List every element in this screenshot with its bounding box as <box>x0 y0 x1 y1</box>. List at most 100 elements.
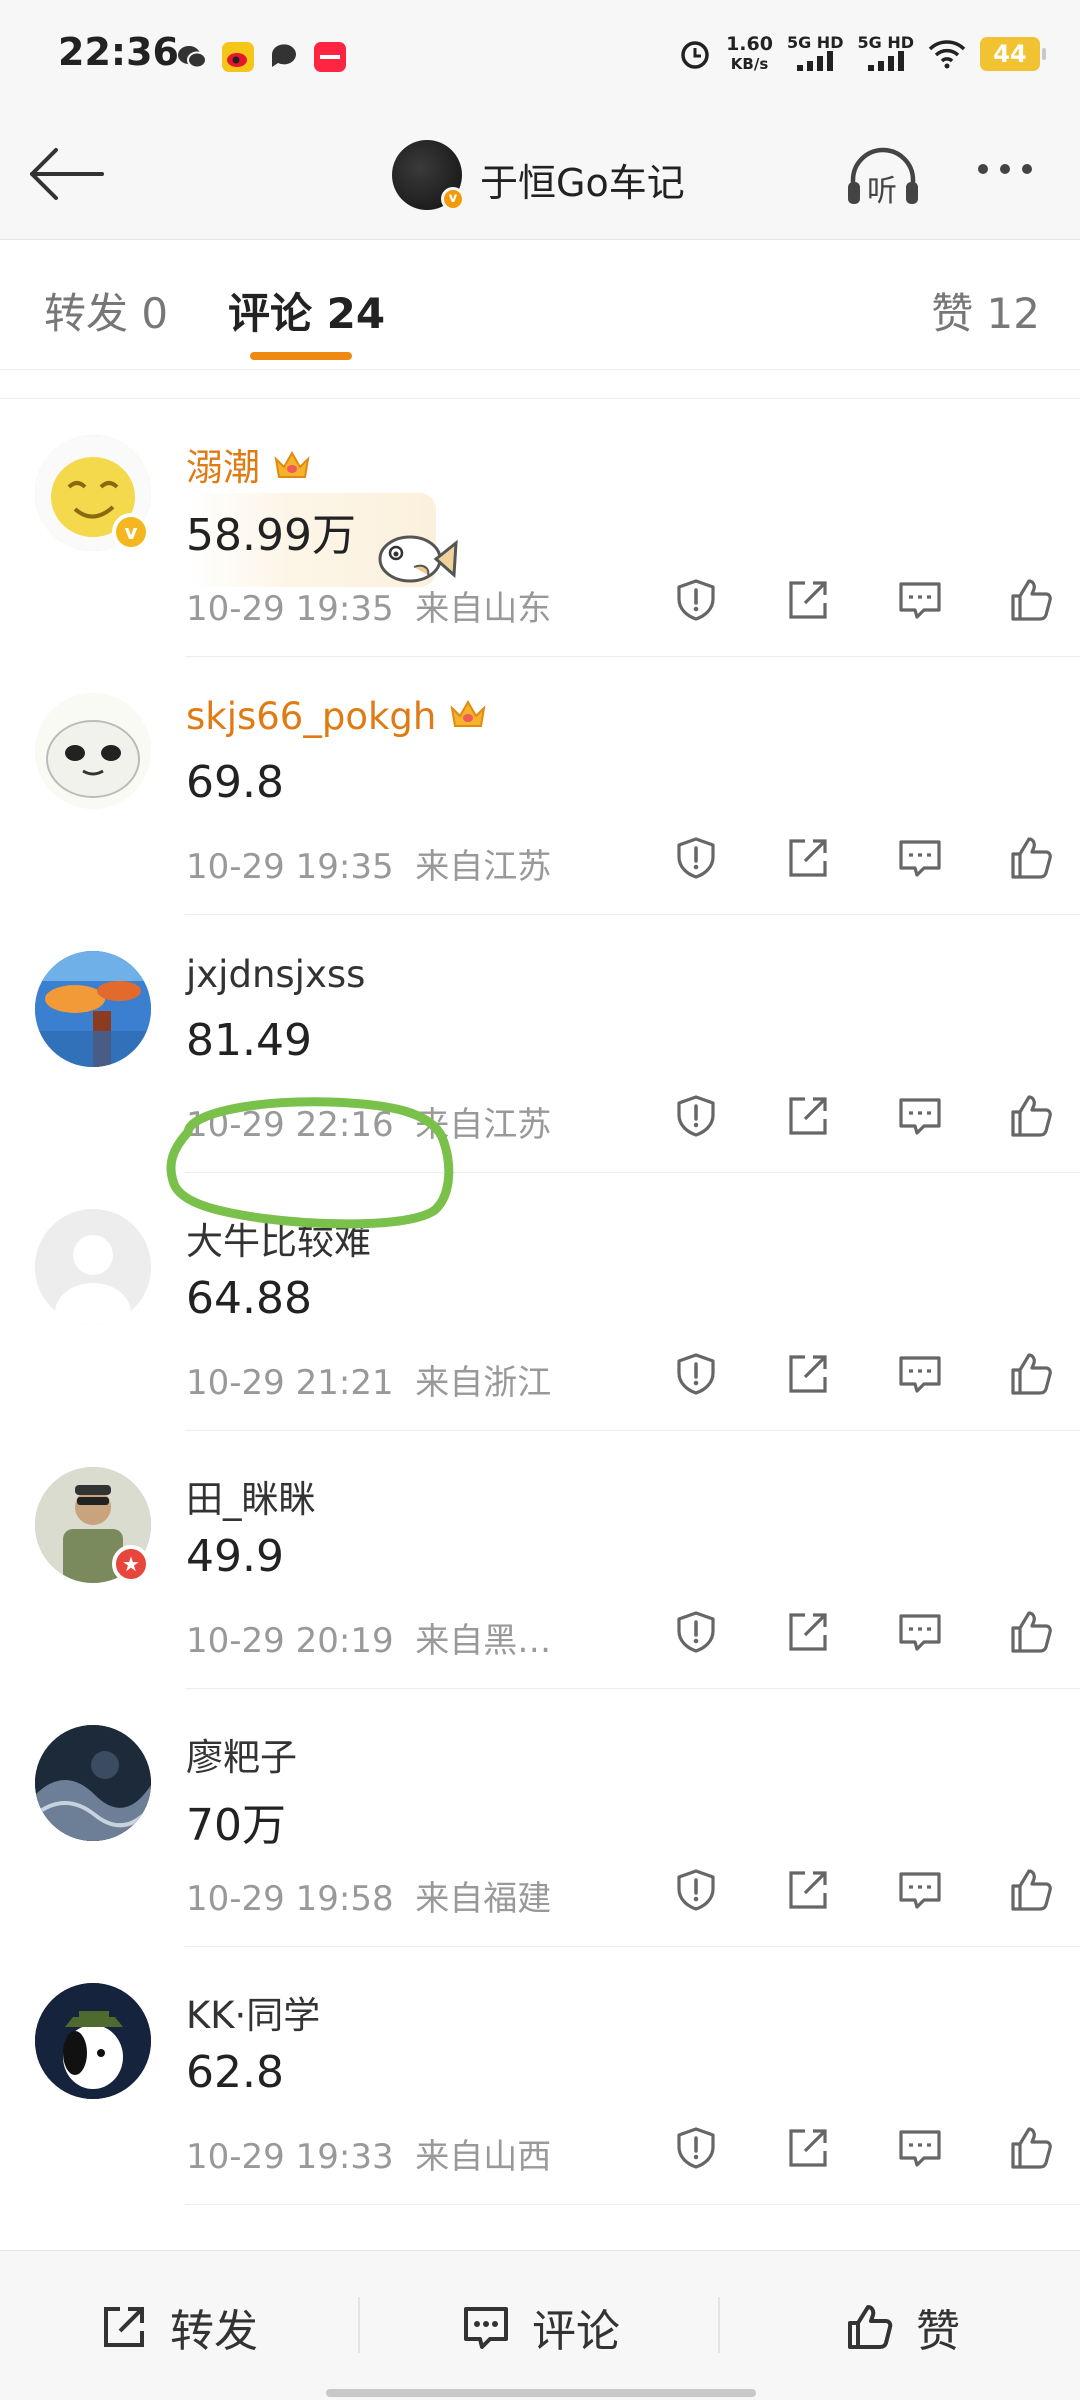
thumbs-up-icon <box>1011 1353 1052 1395</box>
reply-button[interactable] <box>864 1855 976 1925</box>
comment-list: v 溺潮 58.99万 10-29 19:35 来自山东 skjs66_pokgh 69.… <box>0 398 1080 2205</box>
like-button[interactable] <box>976 823 1080 893</box>
listen-button[interactable]: 听 <box>843 142 923 212</box>
comment-icon <box>464 2307 508 2349</box>
back-arrow-icon <box>30 148 104 200</box>
like-button[interactable] <box>976 1597 1080 1667</box>
divider <box>718 2297 720 2353</box>
comment-item[interactable]: 廖粑子 70万 10-29 19:58 来自福建 <box>0 1689 1080 1947</box>
reply-button[interactable] <box>864 1081 976 1151</box>
comment-time: 10-29 19:35 <box>186 847 394 887</box>
reply-button[interactable] <box>864 823 976 893</box>
report-button[interactable] <box>640 565 752 635</box>
comment-time: 10-29 20:19 <box>186 1621 394 1661</box>
chat-icon <box>268 42 300 72</box>
share-button[interactable] <box>752 1081 864 1151</box>
thumbs-up-icon <box>1011 1095 1052 1137</box>
like-button[interactable] <box>976 1855 1080 1925</box>
battery-indicator: 44 <box>980 37 1046 71</box>
user-avatar[interactable] <box>35 1725 151 1841</box>
notification-icons <box>176 42 346 72</box>
signal-sim1: 5G HD <box>787 34 843 74</box>
report-shield-icon <box>677 579 715 621</box>
crown-icon <box>450 699 486 727</box>
status-time: 22:36 <box>58 30 179 74</box>
user-avatar[interactable] <box>35 951 151 1067</box>
share-icon <box>789 1355 827 1393</box>
reply-button[interactable] <box>864 2113 976 2183</box>
username[interactable]: KK·同学 <box>186 1985 320 2039</box>
dot-icon <box>978 164 988 174</box>
divider <box>185 2204 1080 2205</box>
reply-button[interactable] <box>864 1339 976 1409</box>
signal-sim2: 5G HD <box>857 34 914 74</box>
share-button[interactable] <box>752 1597 864 1667</box>
comment-actions <box>640 1081 1080 1151</box>
verified-badge-icon: v <box>112 513 150 551</box>
username[interactable]: jxjdnsjxss <box>186 953 365 996</box>
thumbs-up-icon <box>848 2305 893 2349</box>
share-button[interactable] <box>752 823 864 893</box>
repost-button[interactable]: 转发 <box>98 2295 258 2359</box>
back-button[interactable] <box>26 142 106 206</box>
wifi-icon <box>928 40 966 69</box>
reply-button[interactable] <box>864 1597 976 1667</box>
username[interactable]: 田_眯眯 <box>186 1469 316 1523</box>
active-tab-indicator <box>250 352 352 360</box>
share-button[interactable] <box>752 565 864 635</box>
nav-header: v 于恒Go车记 听 <box>0 112 1080 240</box>
user-avatar[interactable] <box>35 693 151 809</box>
report-button[interactable] <box>640 2113 752 2183</box>
comment-location: 来自福建 <box>415 1879 552 1919</box>
share-button[interactable] <box>752 1339 864 1409</box>
like-button[interactable] <box>976 1339 1080 1409</box>
like-button[interactable] <box>976 1081 1080 1151</box>
comment-text: 58.99万 <box>186 510 356 561</box>
tab-bar: 转发 0 评论 24 赞 12 <box>0 240 1080 370</box>
wechat-icon <box>176 42 208 72</box>
share-button[interactable] <box>752 2113 864 2183</box>
like-button[interactable] <box>976 2113 1080 2183</box>
comment-location: 来自江苏 <box>415 847 552 887</box>
comment-meta: 10-29 21:21 来自浙江 <box>186 1355 551 1404</box>
reply-button[interactable] <box>864 565 976 635</box>
share-icon <box>789 1613 827 1651</box>
tab-repost[interactable]: 转发 0 <box>44 280 168 341</box>
comment-item[interactable]: v 溺潮 58.99万 10-29 19:35 来自山东 <box>0 399 1080 657</box>
username[interactable]: 廖粑子 <box>186 1727 297 1781</box>
comment-item[interactable]: KK·同学 62.8 10-29 19:33 来自山西 <box>0 1947 1080 2205</box>
report-button[interactable] <box>640 1855 752 1925</box>
report-button[interactable] <box>640 1597 752 1667</box>
like-button[interactable]: 赞 <box>844 2295 960 2359</box>
like-button[interactable] <box>976 565 1080 635</box>
comment-actions <box>640 823 1080 893</box>
share-icon <box>789 839 827 877</box>
page-title[interactable]: 于恒Go车记 <box>480 152 685 207</box>
user-avatar[interactable] <box>35 1209 151 1325</box>
share-icon <box>789 1871 827 1909</box>
comment-text: 62.8 <box>186 2047 284 2098</box>
comment-actions <box>640 1597 1080 1667</box>
comment-button[interactable]: 评论 <box>460 2295 620 2359</box>
crown-icon <box>274 450 310 478</box>
username[interactable]: 溺潮 <box>186 437 312 491</box>
report-button[interactable] <box>640 1081 752 1151</box>
comment-label: 评论 <box>532 2306 620 2357</box>
tab-likes[interactable]: 赞 12 <box>931 280 1040 341</box>
comment-item[interactable]: ★ 田_眯眯 49.9 10-29 20:19 来自黑… <box>0 1431 1080 1689</box>
comment-actions <box>640 2113 1080 2183</box>
report-button[interactable] <box>640 823 752 893</box>
user-avatar[interactable] <box>35 1983 151 2099</box>
comment-item[interactable]: skjs66_pokgh 69.8 10-29 19:35 来自江苏 <box>0 657 1080 915</box>
report-shield-icon <box>677 837 715 879</box>
username[interactable]: skjs66_pokgh <box>186 695 488 738</box>
comment-meta: 10-29 19:58 来自福建 <box>186 1871 551 1920</box>
share-button[interactable] <box>752 1855 864 1925</box>
comment-location: 来自浙江 <box>415 1363 552 1403</box>
comment-location: 来自山西 <box>415 2137 552 2177</box>
comment-text: 70万 <box>186 1800 286 1851</box>
more-options-button[interactable] <box>978 164 1032 174</box>
tab-comments[interactable]: 评论 24 <box>228 280 385 341</box>
report-button[interactable] <box>640 1339 752 1409</box>
comment-text: 81.49 <box>186 1015 312 1066</box>
